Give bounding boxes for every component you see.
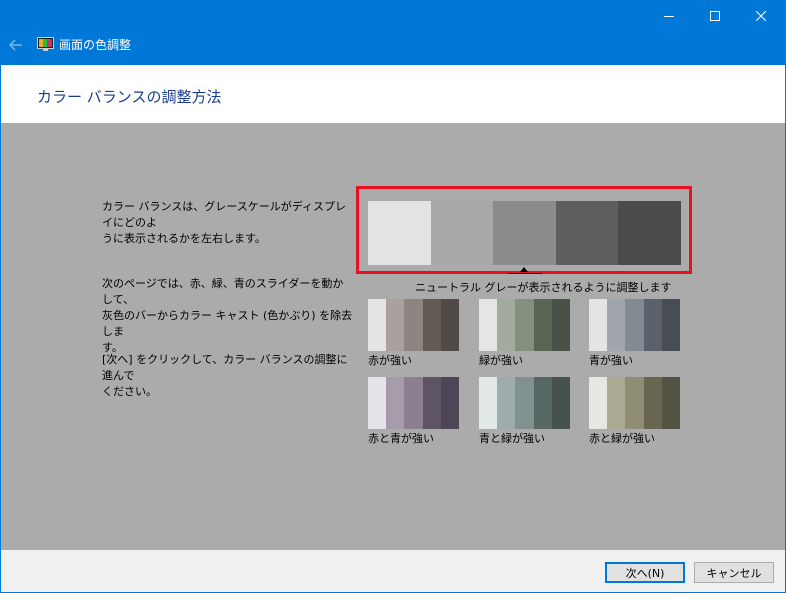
sample-label: 赤と青が強い (368, 432, 434, 445)
neutral-gray-caption: ニュートラル グレーが表示されるように調整します (415, 281, 672, 294)
sample-label: 赤と緑が強い (589, 432, 655, 445)
caret-underline (508, 273, 542, 274)
sample-swatch (551, 299, 570, 351)
sample-swatch (661, 377, 680, 429)
minimize-button[interactable] (646, 0, 692, 32)
sample-swatch (422, 299, 441, 351)
sample-swatch (607, 377, 626, 429)
sample-swatch (607, 299, 626, 351)
color-cast-sample (589, 299, 680, 351)
maximize-icon (710, 11, 720, 21)
minimize-icon (664, 16, 674, 17)
color-cast-sample (479, 299, 570, 351)
sample-swatch (386, 299, 405, 351)
close-icon (756, 11, 766, 21)
neutral-gray-swatch (555, 201, 619, 265)
footer-bar: 次へ(N) キャンセル (1, 550, 785, 592)
sample-swatch (422, 377, 441, 429)
window-title: 画面の色調整 (59, 38, 132, 52)
sample-swatch (643, 299, 662, 351)
color-cast-sample (589, 377, 680, 429)
back-arrow-icon[interactable] (8, 37, 24, 53)
sample-label: 緑が強い (479, 354, 523, 367)
instruction-color-balance: カラー バランスは、グレースケールがディスプレイにどのよ うに表示されるかを左右… (102, 199, 354, 247)
page-title: カラー バランスの調整方法 (37, 88, 222, 106)
sample-swatch (440, 299, 459, 351)
sample-swatch (643, 377, 662, 429)
sample-swatch (479, 377, 498, 429)
sample-label: 青が強い (589, 354, 633, 367)
instruction-line: [次へ] をクリックして、カラー バランスの調整に進んで (102, 353, 348, 382)
instruction-line: 次のページでは、赤、緑、青のスライダーを動かして、 (102, 277, 344, 306)
monitor-color-icon (37, 37, 54, 51)
color-cast-sample (479, 377, 570, 429)
instruction-sliders: 次のページでは、赤、緑、青のスライダーを動かして、 灰色のバーからカラー キャス… (102, 276, 354, 356)
sample-swatch (589, 377, 608, 429)
color-cast-sample (368, 377, 459, 429)
title-bar: 画面の色調整 (0, 0, 786, 65)
neutral-gray-swatch (493, 201, 556, 265)
neutral-gray-swatch (430, 201, 494, 265)
sample-swatch (497, 299, 516, 351)
sample-swatch (440, 377, 459, 429)
neutral-gray-swatch (368, 201, 431, 265)
next-button[interactable]: 次へ(N) (605, 562, 685, 583)
sample-swatch (368, 377, 387, 429)
sample-swatch (368, 299, 387, 351)
window-border-left (0, 65, 1, 593)
neutral-gray-strip (368, 201, 681, 265)
sample-label: 赤が強い (368, 354, 412, 367)
instruction-line: 灰色のバーからカラー キャスト (色かぶり) を除去しま (102, 309, 353, 338)
page-header: カラー バランスの調整方法 (0, 65, 786, 123)
sample-swatch (533, 377, 552, 429)
sample-swatch (625, 299, 644, 351)
instruction-line: カラー バランスは、グレースケールがディスプレイにどのよ (102, 200, 346, 229)
sample-swatch (551, 377, 570, 429)
sample-label: 青と緑が強い (479, 432, 545, 445)
sample-swatch (404, 377, 423, 429)
instruction-line: ください。 (102, 385, 157, 398)
instruction-line: うに表示されるかを左右します。 (102, 232, 266, 245)
sample-swatch (386, 377, 405, 429)
neutral-gray-swatch (618, 201, 681, 265)
caret-up-icon (520, 267, 528, 272)
cancel-button[interactable]: キャンセル (694, 562, 774, 583)
sample-swatch (589, 299, 608, 351)
sample-swatch (515, 299, 534, 351)
close-button[interactable] (738, 0, 784, 32)
sample-swatch (515, 377, 534, 429)
sample-swatch (661, 299, 680, 351)
sample-swatch (497, 377, 516, 429)
sample-swatch (625, 377, 644, 429)
instruction-next: [次へ] をクリックして、カラー バランスの調整に進んで ください。 (102, 352, 354, 400)
maximize-button[interactable] (692, 0, 738, 32)
sample-swatch (404, 299, 423, 351)
color-cast-sample (368, 299, 459, 351)
sample-swatch (533, 299, 552, 351)
sample-swatch (479, 299, 498, 351)
